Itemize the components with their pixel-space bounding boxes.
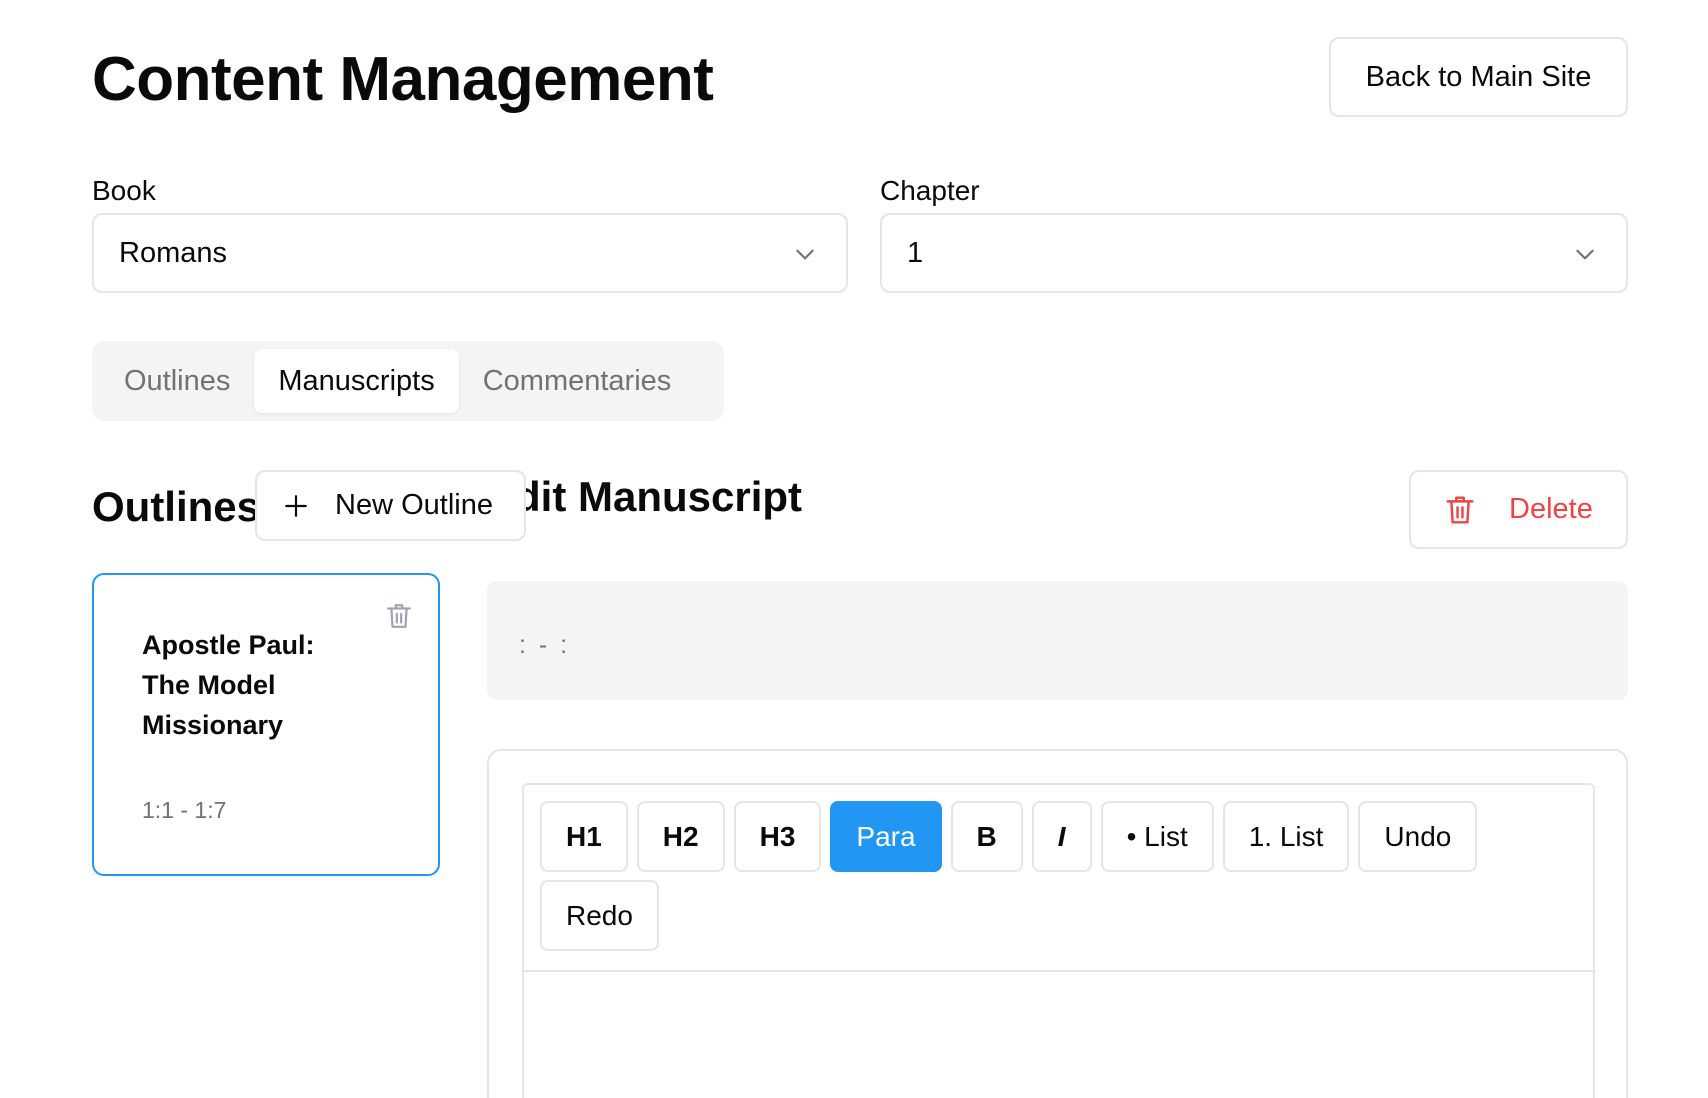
outline-card[interactable]: Apostle Paul: The Model Missionary 1:1 -…	[92, 573, 440, 876]
manuscript-reference: : - :	[487, 581, 1628, 700]
heading-2-button[interactable]: H2	[636, 801, 725, 872]
paragraph-button[interactable]: Para	[830, 801, 942, 872]
outline-card-title: Apostle Paul: The Model Missionary	[142, 630, 315, 740]
page-title: Content Management	[92, 45, 714, 114]
numbered-list-button[interactable]: 1. List	[1222, 801, 1350, 872]
heading-3-button[interactable]: H3	[733, 801, 822, 872]
undo-button[interactable]: Undo	[1358, 801, 1478, 872]
back-to-main-site-button[interactable]: Back to Main Site	[1329, 37, 1628, 117]
outline-card-range: 1:1 - 1:7	[142, 797, 227, 823]
book-label: Book	[92, 175, 156, 206]
chapter-select-value: 1	[907, 236, 924, 269]
editor-container: H1 H2 H3 Para B I • List 1. List Undo Re…	[487, 749, 1628, 1098]
chevron-down-icon	[1576, 249, 1594, 260]
rich-text-editor: H1 H2 H3 Para B I • List 1. List Undo Re…	[522, 783, 1595, 1098]
book-select[interactable]: Romans	[92, 213, 848, 293]
heading-1-button[interactable]: H1	[540, 801, 628, 872]
tab-commentaries[interactable]: Commentaries	[459, 349, 696, 413]
editor-toolbar: H1 H2 H3 Para B I • List 1. List Undo Re…	[540, 801, 1580, 951]
tab-outlines[interactable]: Outlines	[100, 349, 254, 413]
chapter-label: Chapter	[880, 175, 980, 206]
plus-icon	[285, 494, 307, 517]
new-outline-label: New Outline	[335, 489, 493, 521]
content-tabs: Outlines Manuscripts Commentaries	[92, 341, 724, 421]
tab-manuscripts[interactable]: Manuscripts	[254, 349, 459, 413]
toolbar-divider	[524, 970, 1593, 972]
chapter-select[interactable]: 1	[880, 213, 1628, 293]
new-outline-button[interactable]: New Outline	[255, 470, 526, 541]
trash-icon	[1446, 495, 1474, 524]
chevron-down-icon	[796, 249, 814, 260]
book-select-value: Romans	[119, 236, 227, 269]
bullet-list-button[interactable]: • List	[1100, 801, 1214, 872]
delete-label: Delete	[1509, 493, 1593, 525]
outlines-heading: Outlines	[92, 483, 261, 530]
trash-icon[interactable]	[386, 601, 412, 631]
italic-button[interactable]: I	[1031, 801, 1092, 872]
delete-manuscript-button[interactable]: Delete	[1409, 470, 1628, 549]
bold-button[interactable]: B	[950, 801, 1023, 872]
reference-text: : - :	[519, 631, 571, 659]
content-management-page: Content Management Back to Main Site Boo…	[0, 0, 1708, 1098]
edit-manuscript-heading: Edit Manuscript	[487, 473, 803, 520]
redo-button[interactable]: Redo	[540, 880, 659, 951]
